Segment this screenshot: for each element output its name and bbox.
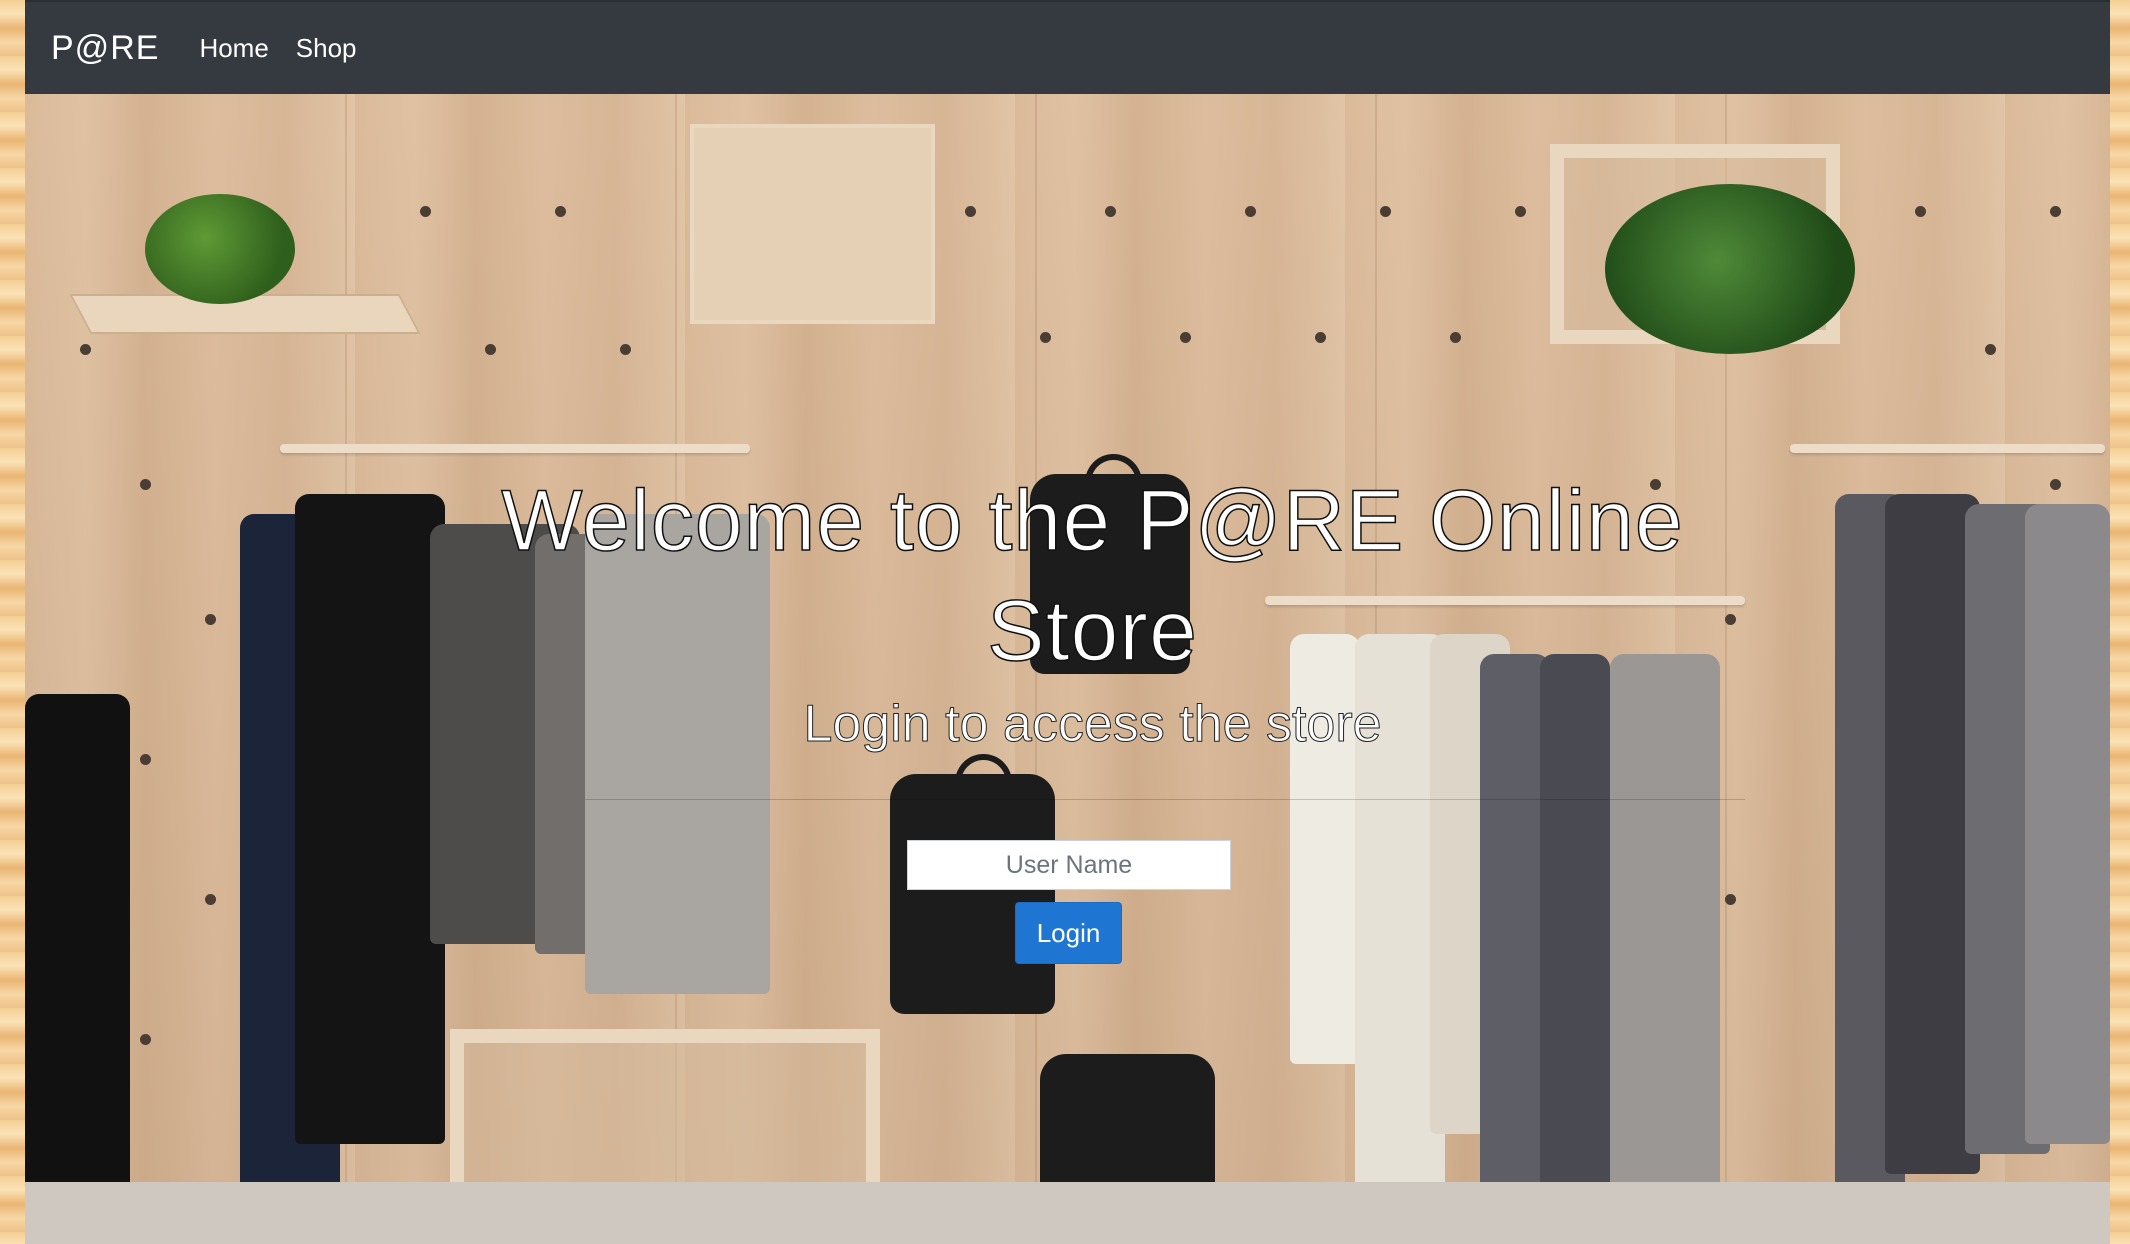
page: P@RE Home Shop Welcome to the P@RE Onlin… <box>25 0 2110 1244</box>
divider <box>585 799 1745 800</box>
page-background-left <box>0 0 25 1244</box>
page-title: Welcome to the P@RE Online Store <box>501 472 1684 680</box>
hero-content: Welcome to the P@RE Online Store Login t… <box>25 94 2110 1244</box>
nav-link-home[interactable]: Home <box>199 33 268 64</box>
username-input[interactable] <box>907 840 1231 890</box>
login-button[interactable]: Login <box>1015 902 1122 964</box>
nav-link-shop[interactable]: Shop <box>296 33 357 64</box>
page-subtitle: Login to access the store <box>803 695 1382 754</box>
navbar: P@RE Home Shop <box>25 0 2110 94</box>
brand-logo[interactable]: P@RE <box>51 29 159 68</box>
page-background-right <box>2110 0 2130 1244</box>
